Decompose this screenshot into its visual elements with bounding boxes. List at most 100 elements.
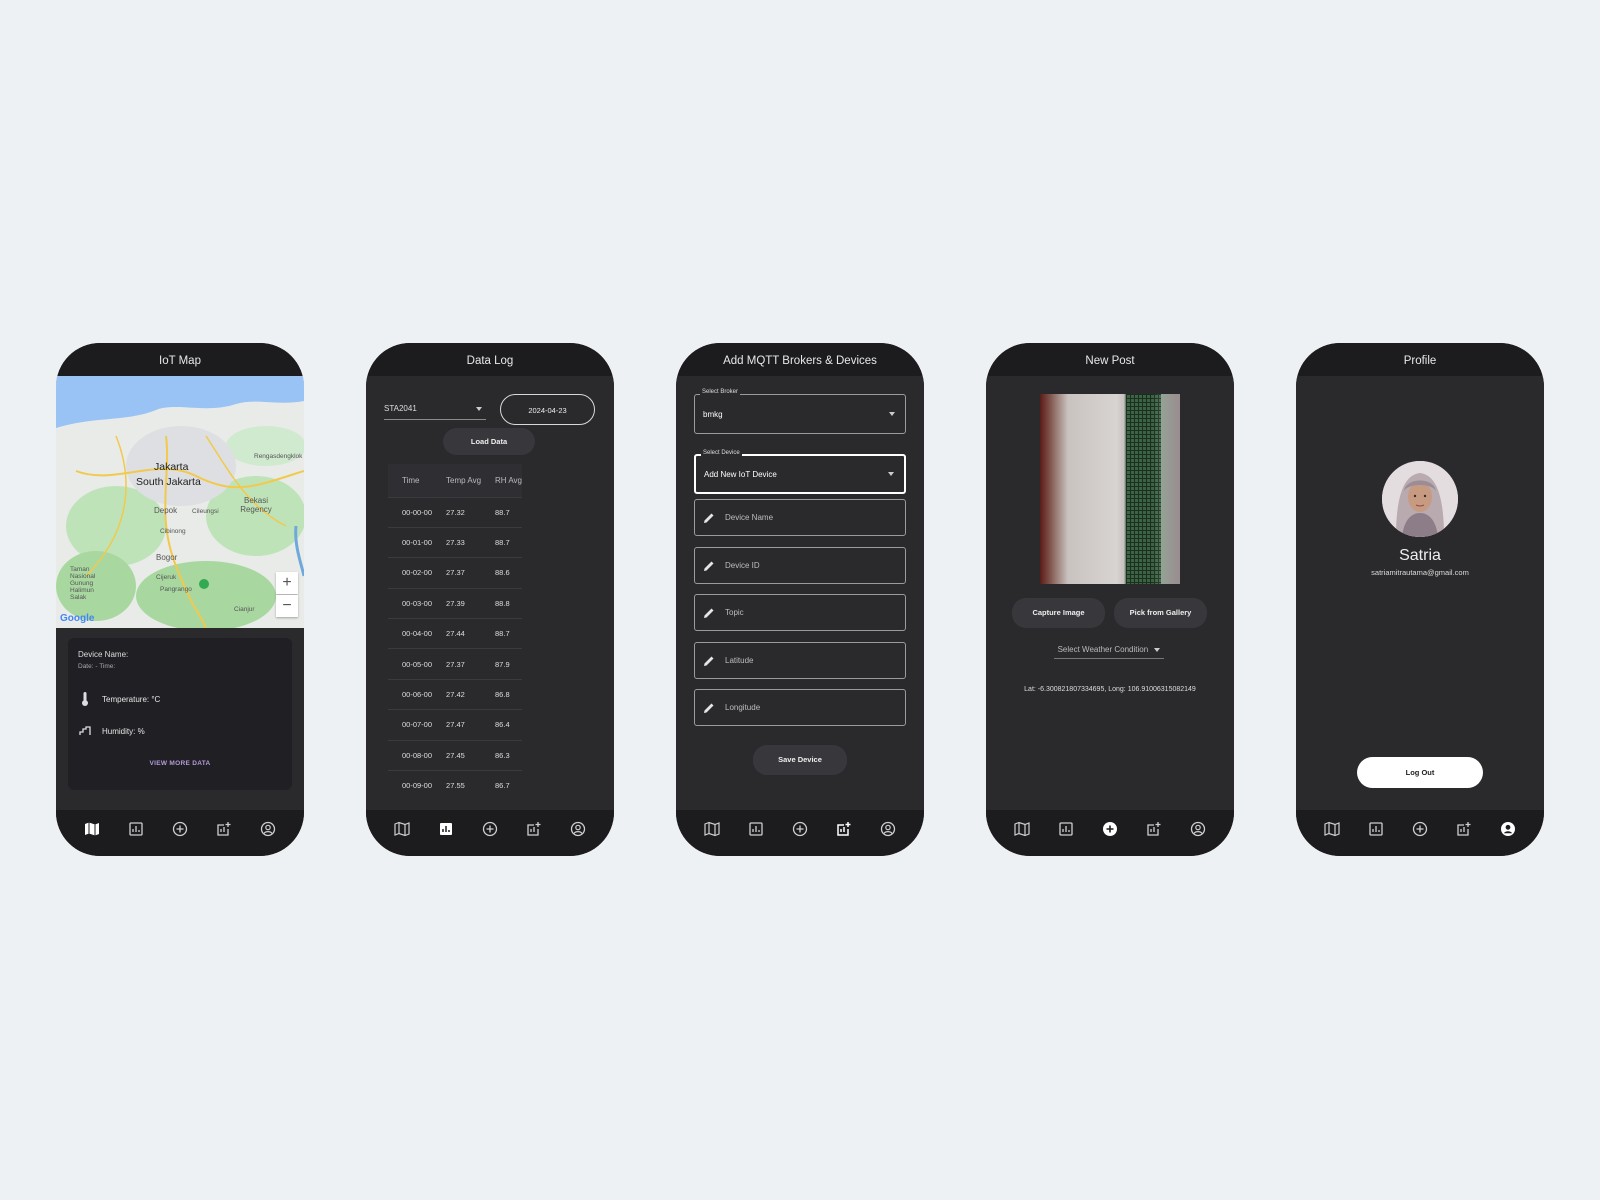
dropdown-arrow-icon	[476, 407, 482, 411]
data-log-table: Time Temp Avg RH Avg 00-00-00 27.32 88.7 00…	[388, 464, 522, 801]
nav-map-button[interactable]	[391, 818, 413, 840]
save-device-button[interactable]: Save Device	[753, 745, 847, 775]
cell-time: 00-05-00	[388, 648, 433, 680]
cell-temp-avg: 27.32	[432, 496, 482, 528]
latitude-field[interactable]: Latitude	[694, 642, 906, 679]
topic-field[interactable]: Topic	[694, 594, 906, 631]
nav-add-chart-button[interactable]	[213, 818, 235, 840]
map-label-south-jakarta: South Jakarta	[136, 476, 201, 488]
nav-add-chart-button[interactable]	[833, 818, 855, 840]
nav-add-chart-button[interactable]	[523, 818, 545, 840]
map-label-bogor: Bogor	[156, 553, 178, 562]
pick-from-gallery-button[interactable]: Pick from Gallery	[1114, 598, 1207, 628]
nav-data-log-button[interactable]	[1365, 818, 1387, 840]
nav-add-chart-button[interactable]	[1143, 818, 1165, 840]
nav-add-button[interactable]	[169, 818, 191, 840]
table-row: 00-03-00 27.39 88.8	[388, 587, 522, 619]
dropdown-arrow-icon	[889, 412, 895, 416]
device-select[interactable]: Select Device Add New IoT Device	[694, 450, 906, 494]
date-picker-button[interactable]: 2024-04-23	[500, 394, 595, 425]
cell-time: 00-08-00	[388, 739, 433, 771]
bottom-navigation	[676, 810, 924, 856]
weather-condition-select[interactable]: Select Weather Condition	[1054, 641, 1164, 659]
device-name-placeholder: Device Name	[725, 513, 774, 522]
nav-map-button[interactable]	[1011, 818, 1033, 840]
humidity-icon	[78, 726, 92, 736]
map-label-depok: Depok	[154, 506, 178, 515]
nav-data-log-button[interactable]	[125, 818, 147, 840]
add-chart-icon	[837, 822, 851, 836]
nav-data-log-button[interactable]	[435, 818, 457, 840]
broker-select[interactable]: Select Broker bmkg	[694, 389, 906, 434]
captured-photo	[1040, 394, 1180, 584]
broker-select-value: bmkg	[703, 409, 723, 419]
cell-temp-avg: 27.55	[432, 770, 482, 801]
page-title: IoT Map	[56, 343, 304, 376]
nav-map-button[interactable]	[81, 818, 103, 840]
nav-add-chart-button[interactable]	[1453, 818, 1475, 840]
phone-add-device: Add MQTT Brokers & Devices Select Broker…	[676, 343, 924, 856]
nav-profile-button[interactable]	[877, 818, 899, 840]
nav-add-button[interactable]	[789, 818, 811, 840]
view-more-data-link[interactable]: VIEW MORE DATA	[78, 760, 282, 767]
add-chart-icon	[1147, 822, 1161, 836]
nav-add-button[interactable]	[479, 818, 501, 840]
zoom-out-button[interactable]: −	[276, 595, 298, 617]
cell-time: 00-03-00	[388, 587, 433, 619]
nav-data-log-button[interactable]	[1055, 818, 1077, 840]
cell-temp-avg: 27.45	[432, 739, 482, 771]
bottom-navigation	[366, 810, 614, 856]
nav-profile-button[interactable]	[567, 818, 589, 840]
topic-placeholder: Topic	[725, 608, 744, 617]
log-out-button[interactable]: Log Out	[1357, 757, 1483, 788]
data-log-icon	[440, 823, 452, 835]
nav-profile-button[interactable]	[1497, 818, 1519, 840]
cell-temp-avg: 27.47	[432, 709, 482, 741]
humidity-label: Humidity: %	[102, 726, 145, 736]
dropdown-arrow-icon	[1154, 647, 1161, 652]
bottom-navigation	[986, 810, 1234, 856]
account-circle-icon	[880, 821, 896, 837]
map-label-cianjur: Cianjur	[234, 606, 255, 613]
map-label-cibinong: Cibinong	[160, 528, 186, 535]
nav-data-log-button[interactable]	[745, 818, 767, 840]
cell-rh-avg: 86.8	[481, 678, 522, 710]
nav-add-button[interactable]	[1099, 818, 1121, 840]
phone-new-post: New Post Capture Image Pick from Gallery…	[986, 343, 1234, 856]
cell-rh-avg: 86.4	[481, 709, 522, 741]
map-icon	[1014, 821, 1030, 837]
page-title: New Post	[986, 343, 1234, 376]
map-label-cijeruk: Cijeruk	[156, 574, 177, 581]
column-header-temp-avg: Temp Avg	[432, 464, 482, 497]
station-select-value: STA2041	[384, 404, 417, 413]
humidity-row: Humidity: %	[78, 726, 282, 736]
longitude-field[interactable]: Longitude	[694, 689, 906, 726]
profile-screen: Satria satriamitrautama@gmail.com Log Ou…	[1296, 376, 1544, 810]
account-circle-icon	[570, 821, 586, 837]
nav-profile-button[interactable]	[257, 818, 279, 840]
cell-rh-avg: 86.7	[481, 770, 522, 801]
load-data-button[interactable]: Load Data	[443, 428, 535, 455]
account-circle-icon	[260, 821, 276, 837]
nav-map-button[interactable]	[701, 818, 723, 840]
zoom-in-button[interactable]: +	[276, 572, 298, 594]
map-icon	[394, 821, 410, 837]
column-header-time: Time	[388, 464, 433, 497]
add-chart-icon	[527, 822, 541, 836]
nav-profile-button[interactable]	[1187, 818, 1209, 840]
data-log-screen: STA2041 2024-04-23 Load Data Time Temp A…	[366, 376, 614, 810]
nav-map-button[interactable]	[1321, 818, 1343, 840]
station-select[interactable]: STA2041	[384, 398, 486, 420]
data-log-icon	[749, 822, 763, 836]
nav-add-button[interactable]	[1409, 818, 1431, 840]
google-map[interactable]: Jakarta South Jakarta Depok Bekasi Regen…	[56, 376, 304, 628]
device-name-field[interactable]: Device Name	[694, 499, 906, 536]
cell-time: 00-04-00	[388, 618, 433, 649]
device-id-field[interactable]: Device ID	[694, 547, 906, 584]
cell-rh-avg: 88.6	[481, 557, 522, 589]
cell-time: 00-07-00	[388, 709, 433, 741]
cell-rh-avg: 88.7	[481, 526, 522, 558]
table-body: 00-00-00 27.32 88.7 00-01-00 27.33 88.7 00-02-…	[388, 496, 522, 801]
capture-image-button[interactable]: Capture Image	[1012, 598, 1105, 628]
map-label-pangrango: Pangrango	[160, 586, 192, 593]
